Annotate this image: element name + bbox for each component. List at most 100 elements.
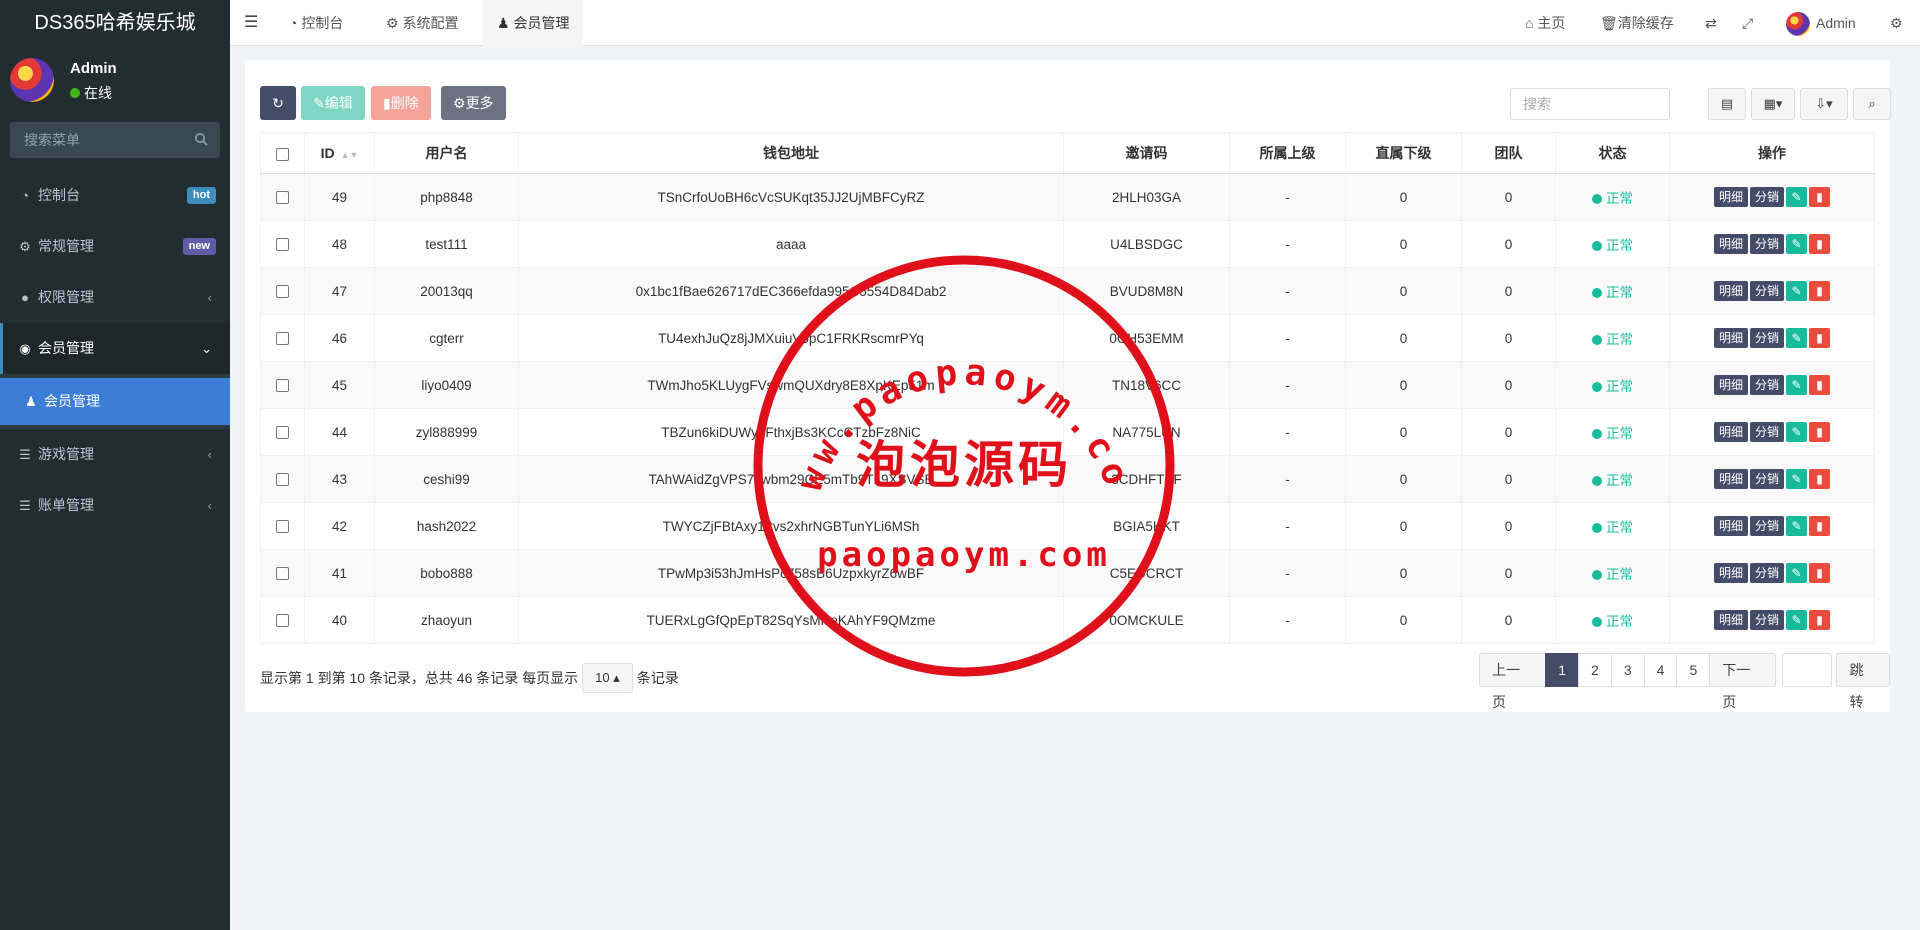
- row-checkbox[interactable]: [276, 614, 289, 628]
- sidebar-item-auth[interactable]: ● 权限管理 ‹: [0, 272, 230, 323]
- gears-icon[interactable]: ⚙: [1890, 0, 1903, 46]
- detail-button[interactable]: 明细: [1713, 563, 1748, 583]
- edit-row-button[interactable]: ✎: [1786, 234, 1808, 254]
- export-button[interactable]: ⇩▾: [1800, 88, 1848, 120]
- commission-button[interactable]: 分销: [1750, 328, 1785, 348]
- table-row[interactable]: 48 test111 aaaa U4LBSDGC -0 0 正常 明细 分销 ✎ ▮: [260, 220, 1875, 268]
- toggle-view-button[interactable]: ▤: [1708, 88, 1746, 120]
- table-row[interactable]: 40 zhaoyun TUERxLgGfQpEpT82SqYsMReKAhYF9QM…: [260, 596, 1875, 644]
- brand-title[interactable]: DS365哈希娱乐城: [0, 0, 230, 46]
- page-2-button[interactable]: 2: [1578, 653, 1612, 687]
- tab-dashboard[interactable]: ◔ 控制台: [275, 0, 357, 46]
- edit-row-button[interactable]: ✎: [1786, 422, 1808, 442]
- detail-button[interactable]: 明细: [1713, 328, 1748, 348]
- detail-button[interactable]: 明细: [1713, 281, 1748, 301]
- table-row[interactable]: 46 cgterr TU4exhJuQz8jJMXuiuV6pC1FRKRscmrP…: [260, 314, 1875, 362]
- table-row[interactable]: 45 liyo0409 TWmJho5KLUygFVswmQUXdry8E8XpKE…: [260, 361, 1875, 409]
- row-checkbox[interactable]: [276, 332, 289, 346]
- edit-row-button[interactable]: ✎: [1786, 375, 1808, 395]
- edit-row-button[interactable]: ✎: [1786, 563, 1808, 583]
- delete-row-button[interactable]: ▮: [1809, 281, 1831, 301]
- commission-button[interactable]: 分销: [1750, 516, 1785, 536]
- delete-row-button[interactable]: ▮: [1809, 469, 1831, 489]
- fullscreen-icon[interactable]: ⤢: [1742, 0, 1753, 46]
- row-checkbox[interactable]: [276, 285, 289, 299]
- tab-system-config[interactable]: ⚙ 系统配置: [372, 0, 472, 46]
- sidebar-item-member[interactable]: ◉ 会员管理 ⌄: [0, 323, 230, 374]
- delete-row-button[interactable]: ▮: [1809, 234, 1831, 254]
- search-button[interactable]: ⌕: [1853, 88, 1891, 120]
- user-menu[interactable]: Admin: [1786, 0, 1856, 46]
- sidebar-subitem-member[interactable]: ♟ 会员管理: [0, 378, 230, 425]
- commission-button[interactable]: 分销: [1750, 234, 1785, 254]
- table-search-input[interactable]: [1510, 88, 1670, 120]
- row-checkbox[interactable]: [276, 238, 289, 252]
- search-icon[interactable]: [194, 132, 208, 146]
- detail-button[interactable]: 明细: [1713, 187, 1748, 207]
- col-header[interactable]: ID ▲▼: [304, 132, 375, 174]
- table-row[interactable]: 49 php8848 TSnCrfoUoBH6cVcSUKqt35JJ2UjMBFC…: [260, 173, 1875, 221]
- tab-member[interactable]: ♟ 会员管理: [483, 0, 584, 46]
- row-checkbox[interactable]: [276, 567, 289, 581]
- commission-button[interactable]: 分销: [1750, 563, 1785, 583]
- sidebar-item-bill[interactable]: ☰ 账单管理 ‹: [0, 480, 230, 531]
- sidebar-item-general[interactable]: ⚙ 常规管理 new: [0, 221, 230, 272]
- sidebar-item-dashboard[interactable]: ◔ 控制台 hot: [0, 170, 230, 221]
- commission-button[interactable]: 分销: [1750, 375, 1785, 395]
- table-row[interactable]: 44 zyl888999 TBZun6kiDUWy3FthxjBs3KCcCTzbF…: [260, 408, 1875, 456]
- home-link[interactable]: ⌂ 主页: [1525, 0, 1565, 46]
- delete-row-button[interactable]: ▮: [1809, 375, 1831, 395]
- page-5-button[interactable]: 5: [1676, 653, 1711, 687]
- table-row[interactable]: 41 bobo888 TPwMp3i53hJmHsPc758sB6UzpxkyrZ6…: [260, 549, 1875, 597]
- next-page-button[interactable]: 下一页: [1709, 653, 1777, 710]
- edit-row-button[interactable]: ✎: [1786, 328, 1808, 348]
- page-4-button[interactable]: 4: [1643, 653, 1678, 687]
- commission-button[interactable]: 分销: [1750, 469, 1785, 489]
- select-all-checkbox[interactable]: [276, 147, 289, 161]
- menu-toggle-icon[interactable]: ☰: [244, 0, 258, 46]
- delete-row-button[interactable]: ▮: [1809, 563, 1831, 583]
- page-3-button[interactable]: 3: [1610, 653, 1645, 687]
- menu-search-input[interactable]: [10, 122, 220, 158]
- more-button[interactable]: ⚙更多: [441, 86, 506, 120]
- edit-row-button[interactable]: ✎: [1786, 516, 1808, 536]
- delete-row-button[interactable]: ▮: [1809, 516, 1831, 536]
- table-row[interactable]: 43 ceshi99 TAhWAidZgVPS7swbm29CE5mTb9TL9XS…: [260, 455, 1875, 503]
- delete-row-button[interactable]: ▮: [1809, 187, 1831, 207]
- commission-button[interactable]: 分销: [1750, 422, 1785, 442]
- edit-button[interactable]: ✎编辑: [301, 86, 365, 120]
- clear-cache-link[interactable]: 🗑︎清除缓存: [1600, 0, 1674, 46]
- page-size-select[interactable]: 10 ▴: [582, 663, 633, 693]
- jump-button[interactable]: 跳转: [1836, 653, 1890, 710]
- delete-row-button[interactable]: ▮: [1809, 328, 1831, 348]
- edit-row-button[interactable]: ✎: [1786, 281, 1808, 301]
- edit-row-button[interactable]: ✎: [1786, 610, 1808, 630]
- table-row[interactable]: 47 20013qq 0x1bc1fBae626717dEC366efda995C5…: [260, 267, 1875, 315]
- row-checkbox[interactable]: [276, 191, 289, 205]
- row-checkbox[interactable]: [276, 520, 289, 534]
- delete-button[interactable]: ▮删除: [371, 86, 431, 120]
- detail-button[interactable]: 明细: [1713, 422, 1748, 442]
- row-checkbox[interactable]: [276, 426, 289, 440]
- commission-button[interactable]: 分销: [1750, 187, 1785, 207]
- row-checkbox[interactable]: [276, 473, 289, 487]
- detail-button[interactable]: 明细: [1713, 469, 1748, 489]
- table-row[interactable]: 42 hash2022 TWYCZjFBtAxy1rtvs2xhrNGBTunYLi…: [260, 502, 1875, 550]
- detail-button[interactable]: 明细: [1713, 516, 1748, 536]
- row-checkbox[interactable]: [276, 379, 289, 393]
- sidebar-item-game[interactable]: ☰ 游戏管理 ‹: [0, 429, 230, 480]
- translate-icon[interactable]: ⇄: [1705, 0, 1717, 46]
- delete-row-button[interactable]: ▮: [1809, 610, 1831, 630]
- detail-button[interactable]: 明细: [1713, 610, 1748, 630]
- columns-button[interactable]: ▦▾: [1751, 88, 1795, 120]
- commission-button[interactable]: 分销: [1750, 281, 1785, 301]
- edit-row-button[interactable]: ✎: [1786, 187, 1808, 207]
- detail-button[interactable]: 明细: [1713, 234, 1748, 254]
- detail-button[interactable]: 明细: [1713, 375, 1748, 395]
- edit-row-button[interactable]: ✎: [1786, 469, 1808, 489]
- refresh-button[interactable]: ↻: [260, 86, 296, 120]
- delete-row-button[interactable]: ▮: [1809, 422, 1831, 442]
- commission-button[interactable]: 分销: [1750, 610, 1785, 630]
- page-1-button[interactable]: 1: [1545, 653, 1580, 687]
- jump-page-input[interactable]: [1782, 653, 1833, 687]
